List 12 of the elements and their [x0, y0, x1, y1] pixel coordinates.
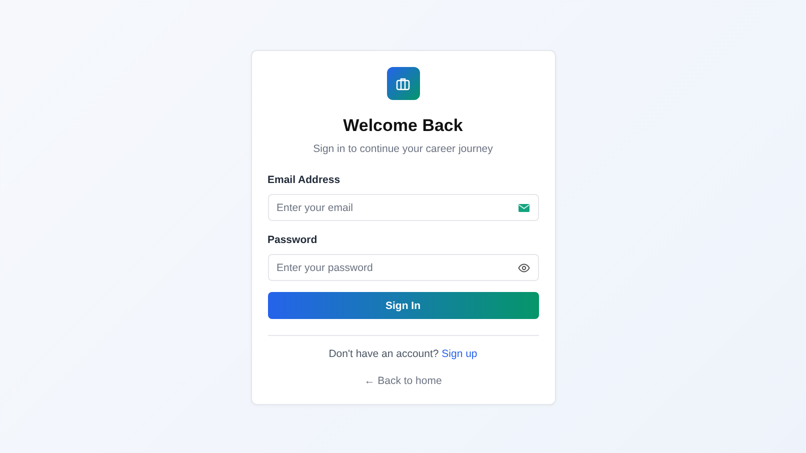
page-title: Welcome Back: [343, 116, 463, 136]
signup-prompt: Don't have an account?: [328, 348, 439, 360]
back-link[interactable]: ← Back to home: [364, 375, 442, 388]
field-label: Password: [268, 234, 318, 247]
sign-up-link[interactable]: Sign up: [442, 348, 478, 360]
input-field[interactable]: Enter your password: [268, 254, 538, 281]
subtitle: Sign in to continue your career journey: [313, 142, 493, 156]
eye-icon[interactable]: [518, 263, 530, 272]
briefcase-icon: [386, 67, 420, 100]
input-field[interactable]: Enter your email: [268, 194, 538, 221]
sign-in-button[interactable]: Sign In: [268, 292, 538, 319]
field-label: Email Address: [268, 174, 340, 187]
